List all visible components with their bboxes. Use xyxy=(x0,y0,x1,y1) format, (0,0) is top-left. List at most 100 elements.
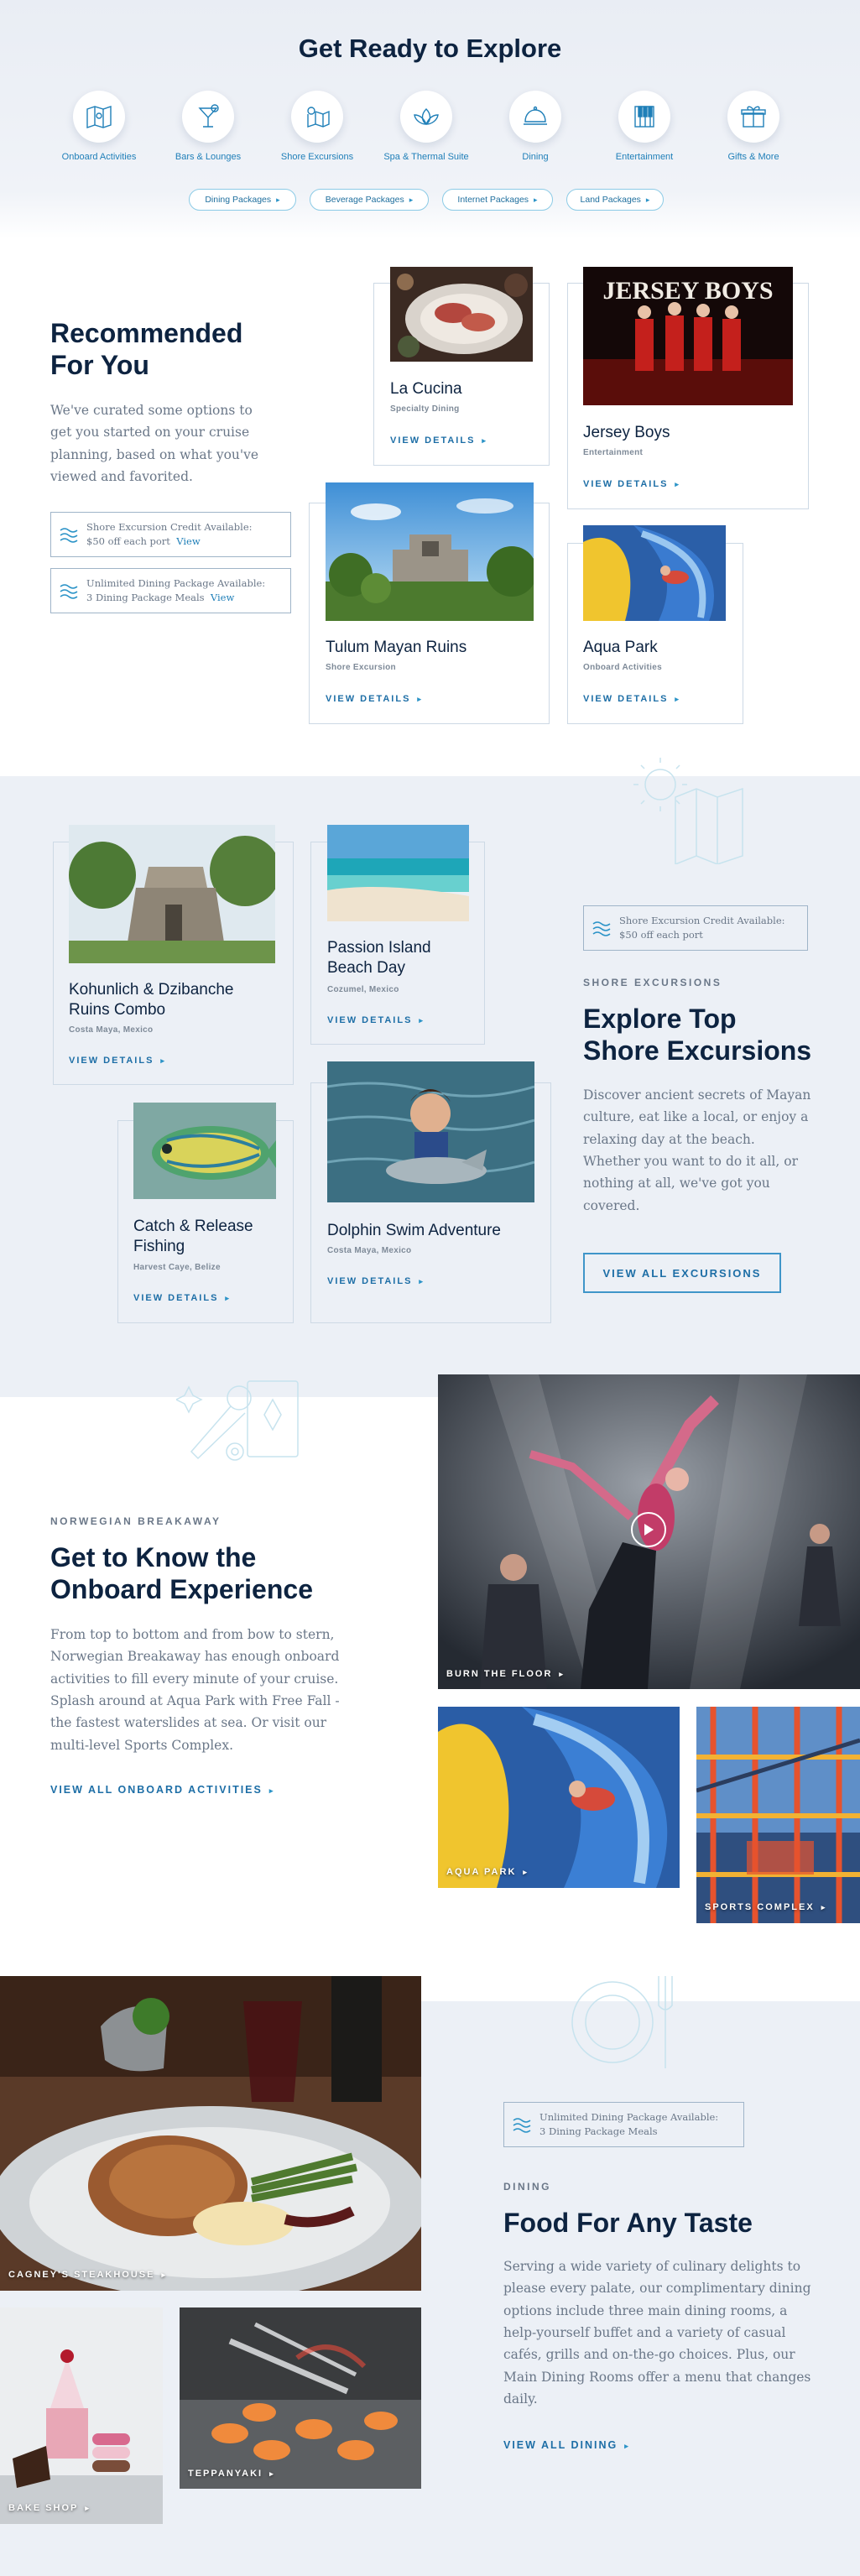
mic-decor-icon xyxy=(176,1380,299,1461)
credit-shore-excursion-2: Shore Excursion Credit Available: $50 off… xyxy=(583,905,808,951)
pill-dining-packages[interactable]: Dining Packages ▸ xyxy=(189,189,296,211)
shore-description: Discover ancient secrets of Mayan cultur… xyxy=(583,1087,811,1213)
category-row: Onboard Activities Bars & Lounges Shore … xyxy=(44,91,808,162)
pill-internet-packages[interactable]: Internet Packages ▸ xyxy=(442,189,553,211)
piano-icon xyxy=(618,91,670,143)
dining-description: Serving a wide variety of culinary delig… xyxy=(503,2259,811,2407)
category-label: Bars & Lounges xyxy=(175,152,242,162)
credit-view-link[interactable]: View xyxy=(211,592,234,603)
cocktail-icon xyxy=(182,91,234,143)
category-label: Gifts & More xyxy=(727,152,779,162)
onboard-title: Get to Know the Onboard Experience xyxy=(50,1542,313,1605)
card-subtitle: Harvest Caye, Belize xyxy=(133,1263,221,1272)
aqua-park-label: AQUA PARK ▸ xyxy=(446,1867,529,1877)
passion-island-photo xyxy=(327,825,469,921)
category-bars-lounges[interactable]: Bars & Lounges xyxy=(154,91,263,162)
card-title: Aqua Park xyxy=(583,639,658,656)
cagneys-steakhouse-tile[interactable] xyxy=(0,1976,421,2291)
lotus-icon xyxy=(400,91,452,143)
waves-icon xyxy=(60,584,78,599)
explore-title: Get Ready to Explore xyxy=(298,34,562,63)
card-title: Jersey Boys xyxy=(583,424,670,441)
play-icon[interactable] xyxy=(631,1512,666,1547)
credit-dining-package-2: Unlimited Dining Package Available: 3 Din… xyxy=(503,2102,744,2147)
category-label: Entertainment xyxy=(615,152,674,162)
jersey-boys-poster-text: JERSEY BOYS xyxy=(602,277,773,305)
la-cucina-photo xyxy=(390,267,533,362)
category-label: Dining xyxy=(522,152,549,162)
view-all-excursions-button[interactable]: VIEW ALL EXCURSIONS xyxy=(583,1253,781,1293)
cagneys-steakhouse-label: CAGNEY'S STEAKHOUSE ▸ xyxy=(8,2270,167,2280)
view-all-dining-link[interactable]: VIEW ALL DINING ▸ xyxy=(503,2439,630,2451)
credit-shore-excursion: Shore Excursion Credit Available: $50 off… xyxy=(50,512,291,557)
dining-title: Food For Any Taste xyxy=(503,2208,753,2238)
island-map-icon xyxy=(291,91,343,143)
category-shore-excursions[interactable]: Shore Excursions xyxy=(263,91,372,162)
cloche-icon xyxy=(509,91,561,143)
onboard-description: From top to bottom and from bow to stern… xyxy=(50,1627,340,1753)
pill-beverage-packages[interactable]: Beverage Packages ▸ xyxy=(310,189,429,211)
card-subtitle: Cozumel, Mexico xyxy=(327,985,399,994)
map-icon xyxy=(73,91,125,143)
category-spa-thermal-suite[interactable]: Spa & Thermal Suite xyxy=(372,91,481,162)
card-subtitle: Costa Maya, Mexico xyxy=(69,1025,154,1035)
kohunlich-photo xyxy=(69,825,275,963)
jersey-boys-photo: JERSEY BOYS xyxy=(583,267,793,405)
burn-the-floor-label: BURN THE FLOOR ▸ xyxy=(446,1669,565,1679)
card-title: Tulum Mayan Ruins xyxy=(326,639,467,656)
view-details-link[interactable]: VIEW DETAILS ▸ xyxy=(327,1276,425,1286)
sports-complex-label: SPORTS COMPLEX ▸ xyxy=(705,1902,827,1912)
category-label: Onboard Activities xyxy=(61,152,137,162)
credit-dining-package: Unlimited Dining Package Available: 3 Din… xyxy=(50,568,291,613)
map-decor-icon xyxy=(633,758,743,864)
category-label: Shore Excursions xyxy=(280,152,354,162)
card-title: La Cucina xyxy=(390,380,462,398)
card-title: Dolphin Swim Adventure xyxy=(327,1222,501,1239)
shore-title: Explore Top Shore Excursions xyxy=(583,1004,812,1066)
package-pills: Dining Packages ▸ Beverage Packages ▸ Inte… xyxy=(189,189,664,211)
tulum-photo xyxy=(326,482,534,621)
view-details-link[interactable]: VIEW DETAILS ▸ xyxy=(583,694,680,704)
dolphin-swim-photo xyxy=(327,1061,534,1202)
teppanyaki-label: TEPPANYAKI ▸ xyxy=(188,2469,275,2479)
category-entertainment[interactable]: Entertainment xyxy=(590,91,699,162)
waves-icon xyxy=(60,528,78,543)
category-label: Spa & Thermal Suite xyxy=(383,152,469,162)
aqua-park-photo xyxy=(583,525,726,621)
bake-shop-label: BAKE SHOP ▸ xyxy=(8,2503,91,2513)
bake-shop-tile[interactable] xyxy=(0,2307,163,2524)
waves-icon xyxy=(513,2118,531,2133)
gift-icon xyxy=(727,91,779,143)
card-subtitle: Costa Maya, Mexico xyxy=(327,1246,412,1255)
onboard-eyebrow: NORWEGIAN BREAKAWAY xyxy=(50,1515,222,1527)
card-subtitle: Entertainment xyxy=(583,448,644,457)
catch-release-photo xyxy=(133,1103,276,1199)
pill-land-packages[interactable]: Land Packages ▸ xyxy=(566,189,664,211)
view-details-link[interactable]: VIEW DETAILS ▸ xyxy=(583,479,680,489)
aqua-park-tile[interactable] xyxy=(438,1707,680,1888)
card-title: Kohunlich & Dzibanche Ruins Combo xyxy=(69,981,234,1019)
view-details-link[interactable]: VIEW DETAILS ▸ xyxy=(327,1015,425,1025)
dining-eyebrow: DINING xyxy=(503,2181,551,2193)
credit-view-link[interactable]: View xyxy=(176,535,200,547)
view-details-link[interactable]: VIEW DETAILS ▸ xyxy=(69,1056,166,1066)
category-dining[interactable]: Dining xyxy=(481,91,590,162)
card-subtitle: Specialty Dining xyxy=(390,404,460,414)
recommended-title: Recommended For You xyxy=(50,318,243,381)
category-gifts-more[interactable]: Gifts & More xyxy=(699,91,808,162)
view-details-link[interactable]: VIEW DETAILS ▸ xyxy=(133,1293,231,1303)
card-title: Catch & Release Fishing xyxy=(133,1218,253,1255)
card-subtitle: Onboard Activities xyxy=(583,663,662,672)
view-all-onboard-activities-link[interactable]: VIEW ALL ONBOARD ACTIVITIES ▸ xyxy=(50,1784,274,1796)
view-details-link[interactable]: VIEW DETAILS ▸ xyxy=(390,435,487,446)
card-subtitle: Shore Excursion xyxy=(326,663,396,672)
teppanyaki-tile[interactable] xyxy=(180,2307,421,2489)
plate-decor-icon xyxy=(571,1976,673,2068)
waves-icon xyxy=(592,921,611,936)
recommended-description: We've curated some options to get you st… xyxy=(50,403,259,485)
shore-eyebrow: SHORE EXCURSIONS xyxy=(583,977,722,988)
view-details-link[interactable]: VIEW DETAILS ▸ xyxy=(326,694,423,704)
sports-complex-tile[interactable] xyxy=(696,1707,860,1923)
card-title: Passion Island Beach Day xyxy=(327,939,431,977)
category-onboard-activities[interactable]: Onboard Activities xyxy=(44,91,154,162)
